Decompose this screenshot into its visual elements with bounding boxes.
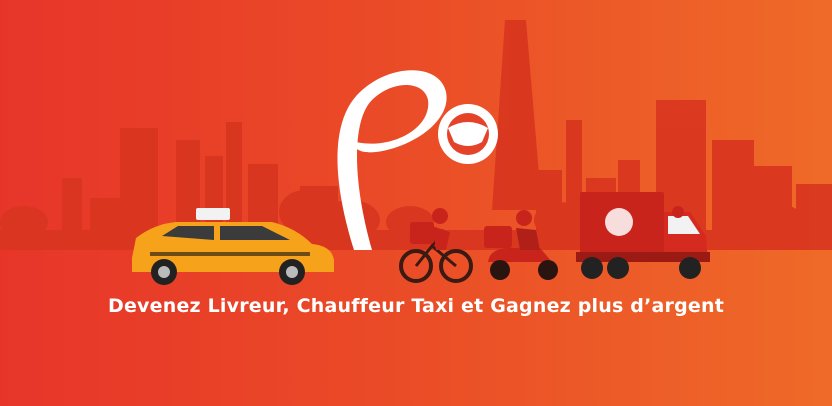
banner-illustration — [0, 20, 832, 285]
promo-banner: Devenez Livreur, Chauffeur Taxi et Gagne… — [0, 0, 832, 406]
banner-tagline: Devenez Livreur, Chauffeur Taxi et Gagne… — [107, 295, 725, 317]
steering-wheel-icon — [438, 104, 498, 164]
